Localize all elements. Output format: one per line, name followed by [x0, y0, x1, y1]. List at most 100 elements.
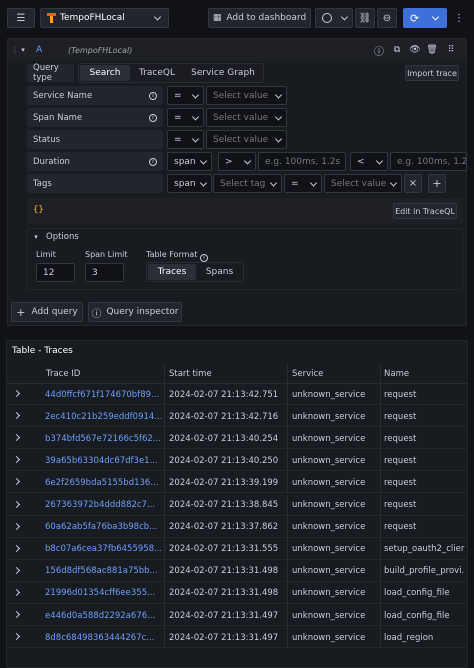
trace-id-link[interactable]: 2ec410c21b259eddf0914... — [45, 406, 162, 427]
column-divider — [380, 516, 381, 538]
span-name-operator[interactable]: = — [167, 108, 204, 127]
trace-id-link[interactable]: 44d0ffcf671f174670bf89... — [45, 384, 162, 405]
column-divider — [287, 450, 288, 472]
options-title[interactable]: Options — [46, 232, 79, 242]
trace-id-link[interactable]: 6e2f2659bda5155bd136... — [45, 472, 162, 493]
collapse-chevron-icon[interactable]: ▾ — [19, 43, 27, 57]
trace-id-link[interactable]: 8d8c68498363444267c... — [45, 627, 162, 648]
time-picker-button[interactable] — [315, 8, 353, 28]
table-row[interactable]: b374bfd567e72166c5f62... 2024-02-07 21:13… — [7, 428, 467, 450]
tab-service-graph[interactable]: Service Graph — [185, 65, 261, 81]
trace-id-link[interactable]: 21996d01354cff6ee355... — [45, 583, 162, 604]
expand-row-chevron-icon[interactable] — [12, 566, 21, 574]
help-icon[interactable]: ⓘ — [373, 43, 385, 58]
limit-input[interactable]: 12 — [36, 263, 75, 282]
duplicate-query-icon[interactable]: ⧉ — [391, 43, 403, 57]
tag-operator-select[interactable]: = — [284, 174, 322, 193]
expand-row-chevron-icon[interactable] — [12, 389, 21, 398]
edit-in-traceql-button[interactable]: Edit in TraceQL — [393, 203, 457, 219]
name-cell: request — [384, 389, 417, 400]
column-divider — [164, 627, 165, 649]
column-divider — [380, 384, 381, 405]
options-chevron-icon[interactable]: ▾ — [31, 232, 41, 242]
trace-id-link[interactable]: b374bfd567e72166c5f62... — [45, 428, 162, 449]
duration-max-operator[interactable]: < — [350, 152, 388, 171]
zoom-out-button[interactable]: ⊖ — [377, 8, 397, 28]
format-traces-option[interactable]: Traces — [148, 264, 196, 280]
expand-row-chevron-icon[interactable] — [12, 478, 21, 486]
trace-id-link[interactable]: 60a62ab5fa76ba3b98cb... — [45, 517, 162, 538]
table-row[interactable]: 6e2f2659bda5155bd136... 2024-02-07 21:13:… — [7, 472, 467, 494]
service-name-operator[interactable]: = — [167, 86, 204, 105]
tab-search[interactable]: Search — [80, 65, 130, 81]
expand-row-chevron-icon[interactable] — [12, 522, 21, 530]
table-row[interactable]: 267363972b4ddd882c7... 2024-02-07 21:13:3… — [7, 494, 467, 516]
expand-row-chevron-icon[interactable] — [12, 544, 21, 552]
table-row[interactable]: b8c07a6cea37fb6455958... 2024-02-07 21:13… — [7, 538, 467, 560]
name-cell: request — [384, 522, 417, 533]
trace-id-link[interactable]: 39a65b63304dc67df3e1... — [45, 450, 162, 471]
tag-name-select[interactable]: Select tag — [213, 174, 282, 193]
column-divider — [380, 605, 381, 626]
trace-id-link[interactable]: 156d8df568ac881a75bb... — [45, 561, 162, 582]
table-row[interactable]: 156d8df568ac881a75bb... 2024-02-07 21:13:… — [7, 560, 467, 582]
add-tag-button[interactable]: + — [428, 174, 446, 193]
table-row[interactable]: 39a65b63304dc67df3e1... 2024-02-07 21:13:… — [7, 450, 467, 472]
table-row[interactable]: 21996d01354cff6ee355... 2024-02-07 21:13:… — [7, 582, 467, 604]
expand-row-chevron-icon[interactable] — [12, 456, 21, 464]
run-query-button[interactable]: ⟳ — [403, 8, 447, 28]
share-link-button[interactable]: ⛓ — [355, 8, 375, 28]
tab-traceql[interactable]: TraceQL — [133, 65, 181, 81]
delete-query-icon[interactable]: 🗑 — [426, 43, 438, 57]
duration-scope-select[interactable]: span — [167, 152, 212, 171]
tag-value-select[interactable]: Select value — [324, 174, 402, 193]
expand-row-chevron-icon[interactable] — [12, 588, 21, 596]
import-trace-button[interactable]: Import trace — [405, 65, 459, 81]
table-row[interactable]: 8d8c68498363444267c... 2024-02-07 21:13:3… — [7, 627, 467, 649]
expand-row-chevron-icon[interactable] — [12, 610, 21, 619]
start-time-cell: 2024-02-07 21:13:31.497 — [169, 610, 279, 621]
drag-handle-icon[interactable]: ⠿ — [445, 43, 457, 57]
duration-min-operator[interactable]: > — [218, 152, 256, 171]
add-to-dashboard-button[interactable]: ▦ Add to dashboard — [208, 8, 311, 28]
expand-row-chevron-icon[interactable] — [12, 633, 21, 641]
drag-handle-icon[interactable]: ⋮ — [11, 43, 19, 57]
remove-tag-button[interactable]: × — [404, 174, 422, 193]
table-row[interactable]: 44d0ffcf671f174670bf89... 2024-02-07 21:1… — [7, 384, 467, 405]
format-spans-option[interactable]: Spans — [197, 264, 242, 280]
status-value-select[interactable]: Select value — [206, 130, 287, 149]
expand-row-chevron-icon[interactable] — [12, 412, 21, 420]
hide-query-icon[interactable]: 👁 — [409, 43, 421, 57]
column-divider — [164, 472, 165, 494]
trace-id-link[interactable]: b8c07a6cea37fb6455958... — [45, 539, 162, 560]
column-divider — [164, 538, 165, 560]
column-divider — [287, 428, 288, 450]
start-time-cell: 2024-02-07 21:13:40.254 — [169, 433, 279, 444]
service-name-value-select[interactable]: Select value — [206, 86, 287, 105]
status-operator[interactable]: = — [167, 130, 204, 149]
column-header-trace-id[interactable]: Trace ID — [46, 369, 80, 379]
span-name-value-select[interactable]: Select value — [206, 108, 287, 127]
tag-scope-select[interactable]: span — [167, 174, 212, 193]
service-cell: unknown_service — [292, 566, 366, 577]
more-options-icon[interactable]: ⋮ — [452, 8, 466, 28]
table-row[interactable]: 2ec410c21b259eddf0914... 2024-02-07 21:13… — [7, 406, 467, 428]
start-time-cell: 2024-02-07 21:13:37.862 — [169, 522, 279, 533]
table-row[interactable]: 60a62ab5fa76ba3b98cb... 2024-02-07 21:13:… — [7, 516, 467, 538]
duration-min-input[interactable]: e.g. 100ms, 1.2s — [258, 152, 346, 171]
expand-row-chevron-icon[interactable] — [12, 434, 21, 442]
column-header-service[interactable]: Service — [292, 369, 323, 379]
trace-id-link[interactable]: e446d0a588d2292a676... — [45, 605, 162, 626]
column-header-name[interactable]: Name — [384, 369, 409, 379]
expand-row-chevron-icon[interactable] — [12, 500, 21, 508]
table-row[interactable]: e446d0a588d2292a676... 2024-02-07 21:13:3… — [7, 605, 467, 626]
trace-id-link[interactable]: 267363972b4ddd882c7... — [45, 495, 162, 516]
menu-toggle-button[interactable]: ☰ — [7, 8, 35, 28]
datasource-picker[interactable]: TempoFHLocal — [40, 8, 169, 28]
column-header-start-time[interactable]: Start time — [169, 369, 212, 379]
query-inspector-button[interactable]: ⓘ Query inspector — [88, 302, 182, 322]
add-query-button[interactable]: + Add query — [11, 302, 83, 322]
duration-max-input[interactable]: e.g. 100ms, 1.2s — [390, 152, 467, 171]
info-circle-icon: ⓘ — [91, 308, 102, 320]
span-limit-input[interactable]: 3 — [85, 263, 124, 282]
